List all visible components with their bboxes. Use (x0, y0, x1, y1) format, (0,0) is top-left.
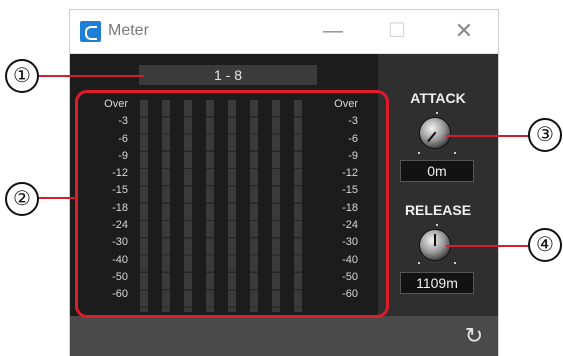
maximize-button[interactable]: ☐ (380, 16, 414, 46)
release-label: RELEASE (404, 202, 472, 218)
refresh-icon[interactable]: ↻ (462, 324, 486, 348)
callout-4: ④ (528, 228, 562, 262)
release-value[interactable]: 1109m (400, 272, 474, 294)
minimize-button[interactable]: — (316, 16, 350, 46)
window-title: Meter (108, 22, 149, 39)
release-tick (436, 224, 438, 226)
callout-line-3 (446, 135, 530, 137)
release-tick (418, 262, 420, 264)
callout-1: ① (5, 59, 39, 93)
title-bar: Meter — ☐ ✕ (70, 10, 498, 54)
release-tick (454, 262, 456, 264)
callout-3: ③ (528, 118, 562, 152)
callout-line-1 (36, 75, 144, 77)
attack-label: ATTACK (410, 90, 466, 106)
release-pointer (434, 234, 436, 246)
dynamics-panel: ATTACK 0m RELEASE 1109m (378, 54, 498, 316)
callout-2: ② (5, 182, 39, 216)
app-icon (80, 21, 101, 42)
channel-range-label: 1 - 8 (139, 65, 317, 85)
attack-tick (454, 152, 456, 154)
attack-pointer (427, 131, 437, 143)
status-bar: ↻ (70, 316, 498, 356)
callout-line-2 (36, 197, 78, 199)
attack-tick (418, 152, 420, 154)
attack-value[interactable]: 0m (400, 160, 474, 182)
attack-knob[interactable] (420, 118, 450, 148)
close-button[interactable]: ✕ (447, 16, 481, 46)
attack-tick (436, 112, 438, 114)
meter-highlight-frame (75, 90, 389, 318)
callout-line-4 (446, 245, 530, 247)
